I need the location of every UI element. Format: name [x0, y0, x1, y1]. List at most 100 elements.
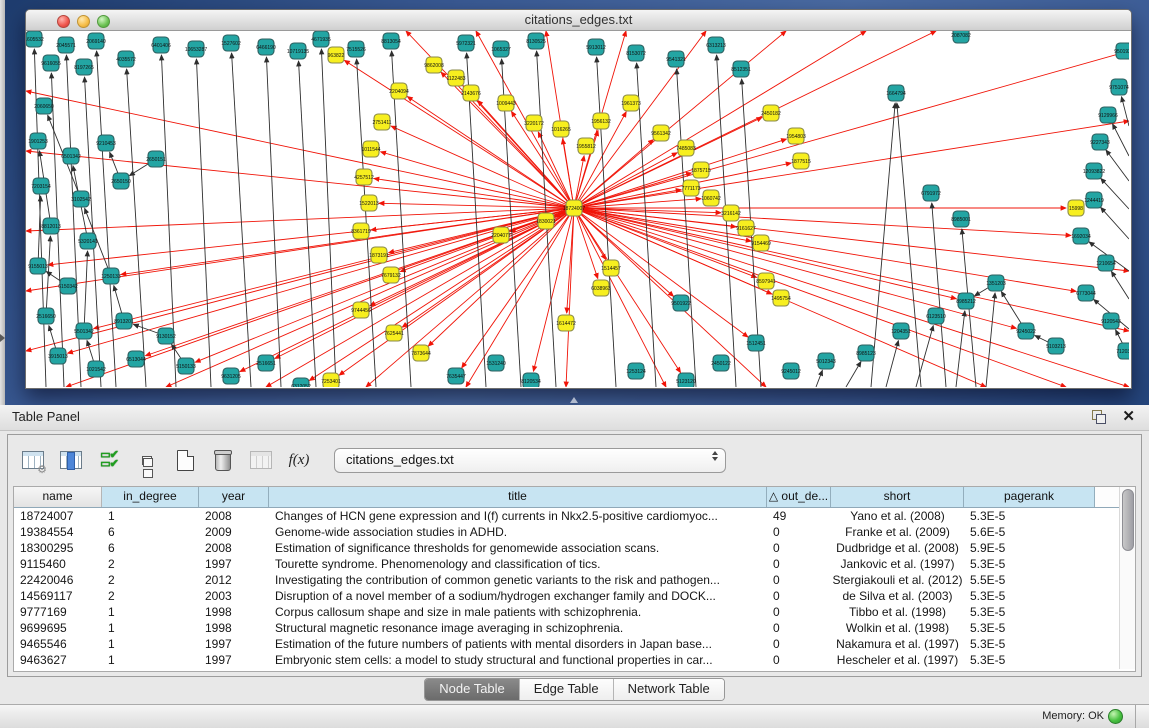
tab-node-table[interactable]: Node Table: [425, 679, 520, 700]
column-header-short[interactable]: short: [831, 487, 964, 507]
graph-node-label: 1512451: [746, 341, 766, 347]
table-cell: Estimation of the future numbers of pati…: [269, 636, 767, 652]
row-toggle-icon[interactable]: [132, 445, 162, 475]
table-row[interactable]: 1456911722003Disruption of a novel membe…: [14, 588, 1135, 604]
table-cell: 1998: [199, 604, 269, 620]
table-row[interactable]: 946554611997Estimation of the future num…: [14, 636, 1135, 652]
graph-node-label: 6466190: [256, 45, 276, 51]
graph-edge: [574, 208, 666, 387]
scrollbar-thumb[interactable]: [1122, 489, 1134, 551]
table-selector-dropdown[interactable]: citations_edges.txt: [334, 448, 726, 473]
graph-node-label: 3220172: [524, 121, 544, 127]
memory-status-label: Memory: OK: [1042, 710, 1104, 722]
graph-node-label: 1009443: [496, 101, 516, 107]
table-cell: 0: [767, 652, 831, 668]
delete-icon[interactable]: [208, 445, 238, 475]
table-row[interactable]: 1938455462009Genome-wide association stu…: [14, 524, 1135, 540]
graph-edge: [266, 57, 281, 387]
table-row[interactable]: 2242004622012Investigating the contribut…: [14, 572, 1135, 588]
table-cell: Tibbo et al. (1998): [831, 604, 964, 620]
table-cell: Nakamura et al. (1997): [831, 636, 964, 652]
graph-edge: [391, 126, 574, 208]
graph-node-label: 1527602: [221, 41, 241, 47]
graph-node-label: 1901253: [28, 139, 48, 145]
graph-node-label: 1011544: [361, 147, 380, 153]
table-cell: 0: [767, 572, 831, 588]
graph-edge: [232, 53, 251, 387]
graph-edge: [299, 61, 316, 387]
table-mode-icon[interactable]: ⚙: [18, 445, 48, 475]
table-cell: 2008: [199, 540, 269, 556]
graph-node-label: 9210453: [96, 141, 116, 147]
function-builder-icon[interactable]: f(x): [284, 445, 314, 475]
graph-node-label: 9129966: [1098, 113, 1118, 119]
table-row[interactable]: 946362711997Embryonic stem cells: a mode…: [14, 652, 1135, 668]
column-header-year[interactable]: year: [199, 487, 269, 507]
tab-network-table[interactable]: Network Table: [614, 679, 724, 700]
table-cell: 6: [102, 524, 199, 540]
graph-node-label: 2450182: [761, 111, 781, 117]
graph-edge: [84, 251, 88, 331]
graph-node-label: 6312052: [291, 384, 311, 387]
tab-edge-table[interactable]: Edge Table: [520, 679, 614, 700]
column-header-pagerank[interactable]: pagerank: [964, 487, 1095, 507]
resize-cursor-icon: [570, 397, 578, 403]
network-window-titlebar[interactable]: citations_edges.txt: [26, 10, 1131, 31]
graph-node-label: 5913012: [586, 45, 606, 51]
graph-node-label: 9862008: [424, 63, 444, 69]
table-row[interactable]: 1830029562008Estimation of significance …: [14, 540, 1135, 556]
import-table-icon-disabled: [246, 445, 276, 475]
graph-node-label: 1122483: [446, 76, 465, 82]
graph-node-label: 1830021: [536, 219, 556, 225]
new-file-icon[interactable]: [170, 445, 200, 475]
table-cell: 19384554: [14, 524, 102, 540]
graph-node-label: 2516650: [36, 314, 56, 320]
table-selector-value: citations_edges.txt: [346, 452, 454, 467]
graph-node-label: 9501923: [1114, 49, 1129, 55]
column-header-title[interactable]: title: [269, 487, 767, 507]
table-cell: 0: [767, 636, 831, 652]
graph-node-label: 7873644: [411, 351, 431, 357]
table-vertical-scrollbar[interactable]: [1119, 487, 1135, 669]
graph-node-label: 8913201: [114, 319, 134, 325]
network-canvas[interactable]: 1872400798620082204094275141110115444257…: [26, 31, 1129, 387]
graph-node-label: 1614472: [556, 321, 576, 327]
graph-node-label: 9744456: [351, 308, 371, 314]
graph-node-label: 7679132: [381, 273, 401, 279]
float-panel-icon[interactable]: [1092, 410, 1105, 423]
graph-node-label: 9120543: [1101, 319, 1121, 325]
graph-node-label: 1060742: [701, 196, 721, 202]
table-row[interactable]: 1872400712008Changes of HCN gene express…: [14, 508, 1135, 524]
close-panel-icon[interactable]: ✕: [1122, 407, 1135, 425]
graph-edge: [309, 208, 574, 381]
show-column-icon[interactable]: [56, 445, 86, 475]
table-cell: 1: [102, 604, 199, 620]
graph-node-label: 9155013: [28, 264, 48, 270]
graph-node-label: 2045571: [56, 43, 76, 49]
graph-node-label: 6313213: [706, 43, 726, 49]
graph-node-label: 3915013: [48, 354, 68, 360]
graph-node-label: 1605532: [26, 37, 44, 43]
memory-status-led[interactable]: [1108, 709, 1123, 724]
table-cell: 1: [102, 508, 199, 524]
table-cell: 5.3E-5: [964, 604, 1095, 620]
graph-node-label: 1873191: [369, 253, 389, 259]
graph-node-label: 8153072: [626, 51, 646, 57]
table-row[interactable]: 969969511998Structural magnetic resonanc…: [14, 620, 1135, 636]
column-header-name[interactable]: name: [14, 487, 102, 507]
column-check-icon[interactable]: ▭✔▭✔: [94, 445, 124, 475]
collapse-panel-arrow-icon[interactable]: [0, 334, 5, 342]
statusbar-divider: [1135, 705, 1136, 728]
table-cell: 1: [102, 652, 199, 668]
column-header-out_de[interactable]: △ out_de...: [767, 487, 831, 507]
graph-node-label: 6773044: [1076, 291, 1096, 297]
graph-node-label: 1351203: [986, 281, 1006, 287]
table-cell: Investigating the contribution of common…: [269, 572, 767, 588]
column-header-in_degree[interactable]: in_degree: [102, 487, 199, 507]
network-window: citations_edges.txt 18724007986200822040…: [25, 9, 1132, 389]
table-row[interactable]: 977716911998Corpus callosum shape and si…: [14, 604, 1135, 620]
graph-edge: [407, 97, 574, 208]
table-row[interactable]: 911546021997Tourette syndrome. Phenomeno…: [14, 556, 1135, 572]
graph-node-label: 1955812: [576, 144, 596, 150]
graph-node-label: 1253124: [626, 369, 646, 375]
